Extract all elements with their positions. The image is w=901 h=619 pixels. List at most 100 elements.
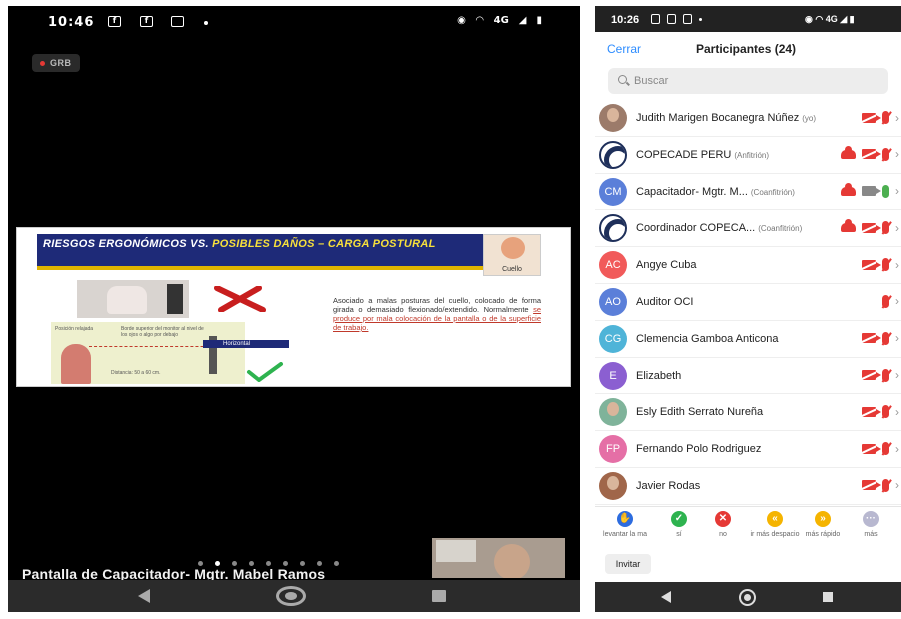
- page-dot[interactable]: [334, 561, 339, 566]
- slide-title-part1: RIESGOS ERGONÓMICOS VS.: [43, 238, 213, 250]
- video-thumbnail[interactable]: [432, 538, 565, 578]
- invite-button[interactable]: Invitar: [605, 554, 651, 574]
- reaction-button[interactable]: ··· más: [843, 511, 899, 538]
- video-off-icon: [862, 112, 881, 123]
- slide-body-text: Asociado a malas posturas del cuello, co…: [333, 296, 541, 332]
- shared-slide: RIESGOS ERGONÓMICOS VS. POSIBLES DAÑOS –…: [16, 227, 571, 387]
- participant-name: Judith Marigen Bocanegra Núñez (yo): [636, 112, 816, 124]
- participant-name-text: COPECADE PERU: [636, 148, 732, 161]
- participant-name-text: Clemencia Gamboa Anticona: [636, 332, 779, 345]
- calendar-notification-icon: [171, 16, 184, 27]
- participant-name-text: Capacitador- Mgtr. M...: [636, 185, 748, 198]
- mic-muted-icon: [882, 221, 889, 235]
- participant-row[interactable]: COPECADE PERU (Anfitrión) ›: [595, 137, 901, 174]
- participant-row[interactable]: CG Clemencia Gamboa Anticona ›: [595, 321, 901, 358]
- search-bar[interactable]: [608, 68, 888, 94]
- reaction-icon: ✓: [671, 511, 687, 527]
- chevron-right-icon[interactable]: ›: [895, 332, 899, 344]
- video-off-icon: [862, 333, 881, 344]
- avatar: CG: [599, 324, 627, 353]
- android-nav-bar: [8, 580, 580, 612]
- participant-row[interactable]: Coordinador COPECA... (Coanfitrión) ›: [595, 210, 901, 248]
- reaction-icon: ···: [863, 511, 879, 527]
- chevron-right-icon[interactable]: ›: [895, 443, 899, 455]
- participant-name: Capacitador- Mgtr. M... (Coanfitrión): [636, 186, 795, 198]
- chevron-right-icon[interactable]: ›: [895, 185, 899, 197]
- reaction-button[interactable]: ✋ levantar la ma: [597, 511, 653, 538]
- mic-muted-icon: [882, 294, 889, 308]
- record-dot-icon: [40, 60, 45, 66]
- participant-row[interactable]: Javier Rodas ›: [595, 468, 901, 505]
- chevron-right-icon[interactable]: ›: [895, 295, 899, 307]
- distance-label: Distancia: 50 a 60 cm.: [111, 370, 161, 376]
- wifi-icon: ◠: [475, 15, 484, 26]
- chevron-right-icon[interactable]: ›: [895, 259, 899, 271]
- neck-illustration: [501, 237, 525, 259]
- reaction-button[interactable]: ✕ no: [695, 511, 751, 538]
- recent-apps-icon[interactable]: [432, 590, 446, 602]
- participant-row[interactable]: AO Auditor OCI ›: [595, 284, 901, 321]
- avatar: FP: [599, 435, 627, 464]
- participant-status-icons: ›: [862, 331, 899, 345]
- slide-body-plain: Asociado a malas posturas del cuello, co…: [333, 296, 541, 314]
- facebook-notification-icon: [683, 14, 692, 24]
- recent-apps-icon[interactable]: [823, 592, 833, 602]
- participant-name-text: Fernando Polo Rodriguez: [636, 443, 762, 456]
- home-icon[interactable]: [739, 589, 756, 606]
- avatar: CM: [599, 177, 627, 206]
- battery-icon: ▮: [536, 15, 542, 26]
- reaction-icon: ✕: [715, 511, 731, 527]
- participant-row[interactable]: Esly Edith Serrato Nureña ›: [595, 394, 901, 432]
- recording-label: GRB: [50, 58, 72, 68]
- participant-list: Judith Marigen Bocanegra Núñez (yo) › COPEC…: [595, 100, 901, 505]
- search-input[interactable]: [634, 72, 874, 90]
- participant-row[interactable]: AC Angye Cuba ›: [595, 247, 901, 284]
- facebook-notification-icon: [651, 14, 660, 24]
- person-shape: [107, 286, 147, 314]
- participant-name-text: Auditor OCI: [636, 295, 694, 308]
- back-icon[interactable]: [138, 589, 150, 603]
- participant-row[interactable]: FP Fernando Polo Rodriguez ›: [595, 431, 901, 468]
- status-indicators: ◉ ◠ 4G ◢ ▮: [457, 15, 542, 26]
- back-icon[interactable]: [661, 591, 671, 603]
- participant-status-icons: ›: [862, 111, 899, 124]
- chevron-right-icon[interactable]: ›: [895, 479, 899, 491]
- chevron-right-icon[interactable]: ›: [895, 148, 899, 160]
- chevron-right-icon[interactable]: ›: [895, 406, 899, 418]
- avatar: [599, 104, 627, 132]
- participant-status-icons: ›: [841, 145, 899, 161]
- participant-name: Javier Rodas: [636, 480, 700, 492]
- chevron-right-icon[interactable]: ›: [895, 369, 899, 381]
- participant-row[interactable]: CM Capacitador- Mgtr. M... (Coanfitrión) ›: [595, 174, 901, 211]
- participant-name-text: Judith Marigen Bocanegra Núñez: [636, 112, 800, 124]
- status-time: 10:26: [611, 14, 640, 26]
- mic-muted-icon: [882, 368, 889, 382]
- participant-status-icons: ›: [862, 258, 899, 272]
- participant-name: COPECADE PERU (Anfitrión): [636, 149, 769, 161]
- participant-row[interactable]: Judith Marigen Bocanegra Núñez (yo) ›: [595, 100, 901, 137]
- close-button[interactable]: Cerrar: [607, 42, 641, 56]
- chevron-right-icon[interactable]: ›: [895, 222, 899, 234]
- chevron-right-icon[interactable]: ›: [895, 112, 899, 124]
- status-bar: 10:46 f f ◉ ◠ 4G ◢ ▮: [8, 6, 580, 40]
- reaction-label: más: [864, 531, 878, 538]
- participant-role: (Anfitrión): [734, 150, 770, 160]
- more-notifications-dot: [204, 21, 208, 25]
- vibrate-icon: ◉: [457, 15, 466, 26]
- avatar: [599, 471, 627, 500]
- search-icon: [618, 75, 627, 84]
- participant-row[interactable]: E Elizabeth ›: [595, 358, 901, 395]
- slide-header: RIESGOS ERGONÓMICOS VS. POSIBLES DAÑOS –…: [37, 234, 497, 270]
- participants-screen: 10:26 ◉ ◠ 4G ◢ ▮ Cerrar Participantes (2…: [595, 6, 901, 612]
- participant-name-text: Esly Edith Serrato Nureña: [636, 406, 764, 419]
- screen-share-view: 10:46 f f ◉ ◠ 4G ◢ ▮ GRB RIESGOS ERGONÓM…: [8, 6, 580, 612]
- video-off-icon: [862, 443, 881, 454]
- participant-status-icons: ›: [862, 442, 899, 456]
- posicion-label: Posición relajada: [55, 326, 94, 332]
- more-notifications-dot: [699, 18, 702, 21]
- cloud-recording-icon: [841, 145, 856, 159]
- participants-header: Cerrar Participantes (24): [595, 32, 901, 66]
- participant-status-icons: ›: [841, 219, 899, 235]
- participant-name: Clemencia Gamboa Anticona: [636, 333, 778, 345]
- home-icon[interactable]: [276, 586, 306, 606]
